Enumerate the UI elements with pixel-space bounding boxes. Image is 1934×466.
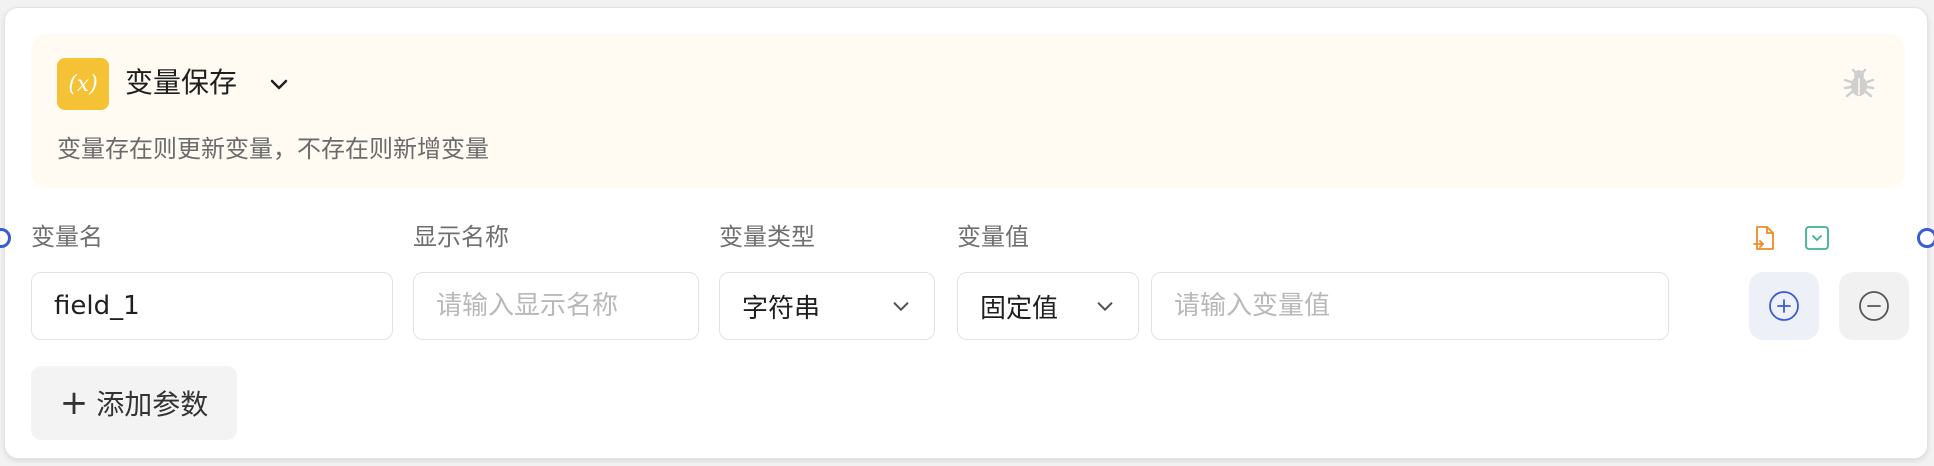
add-parameter-label: 添加参数 — [96, 388, 209, 421]
minus-circle-icon — [1859, 291, 1889, 321]
chevron-down-icon — [1097, 302, 1113, 312]
variable-name-input[interactable] — [54, 291, 370, 321]
collapse-toggle[interactable] — [263, 68, 295, 100]
node-title: 变量保存 — [125, 66, 238, 99]
variable-name-field[interactable] — [31, 272, 393, 340]
variable-type-value: 字符串 — [742, 293, 821, 324]
debug-bug-icon[interactable] — [1839, 64, 1879, 104]
add-row-button[interactable] — [1749, 272, 1819, 340]
chevron-down-icon — [893, 302, 909, 312]
file-export-icon[interactable] — [1751, 224, 1779, 252]
node-description: 变量存在则更新变量，不存在则新增变量 — [57, 135, 489, 163]
variable-value-input[interactable] — [1174, 291, 1646, 321]
chevron-down-icon — [270, 79, 288, 90]
column-label-type: 变量类型 — [719, 223, 815, 251]
value-mode-select[interactable]: 固定值 — [957, 272, 1139, 340]
dropdown-box-icon[interactable] — [1803, 224, 1831, 252]
column-label-value: 变量值 — [957, 223, 1029, 251]
display-name-input[interactable] — [436, 291, 676, 321]
column-label-display-name: 显示名称 — [413, 223, 509, 251]
column-label-name: 变量名 — [31, 223, 103, 251]
variable-value-field[interactable] — [1151, 272, 1669, 340]
plus-icon: + — [59, 383, 89, 423]
variable-save-node: (x) 变量保存 变量存在则更新变量，不存在则新增变量 变量名 显示名称 变量类… — [0, 7, 1934, 459]
variable-type-select[interactable]: 字符串 — [719, 272, 935, 340]
add-parameter-button[interactable]: + 添加参数 — [31, 366, 237, 440]
value-mode-value: 固定值 — [980, 293, 1059, 324]
display-name-field[interactable] — [413, 272, 699, 340]
plus-circle-icon — [1769, 291, 1799, 321]
input-port[interactable] — [0, 228, 11, 248]
output-port[interactable] — [1917, 228, 1934, 248]
node-header: (x) 变量保存 变量存在则更新变量，不存在则新增变量 — [31, 34, 1905, 188]
remove-row-button[interactable] — [1839, 272, 1909, 340]
variable-x-icon: (x) — [57, 58, 109, 110]
